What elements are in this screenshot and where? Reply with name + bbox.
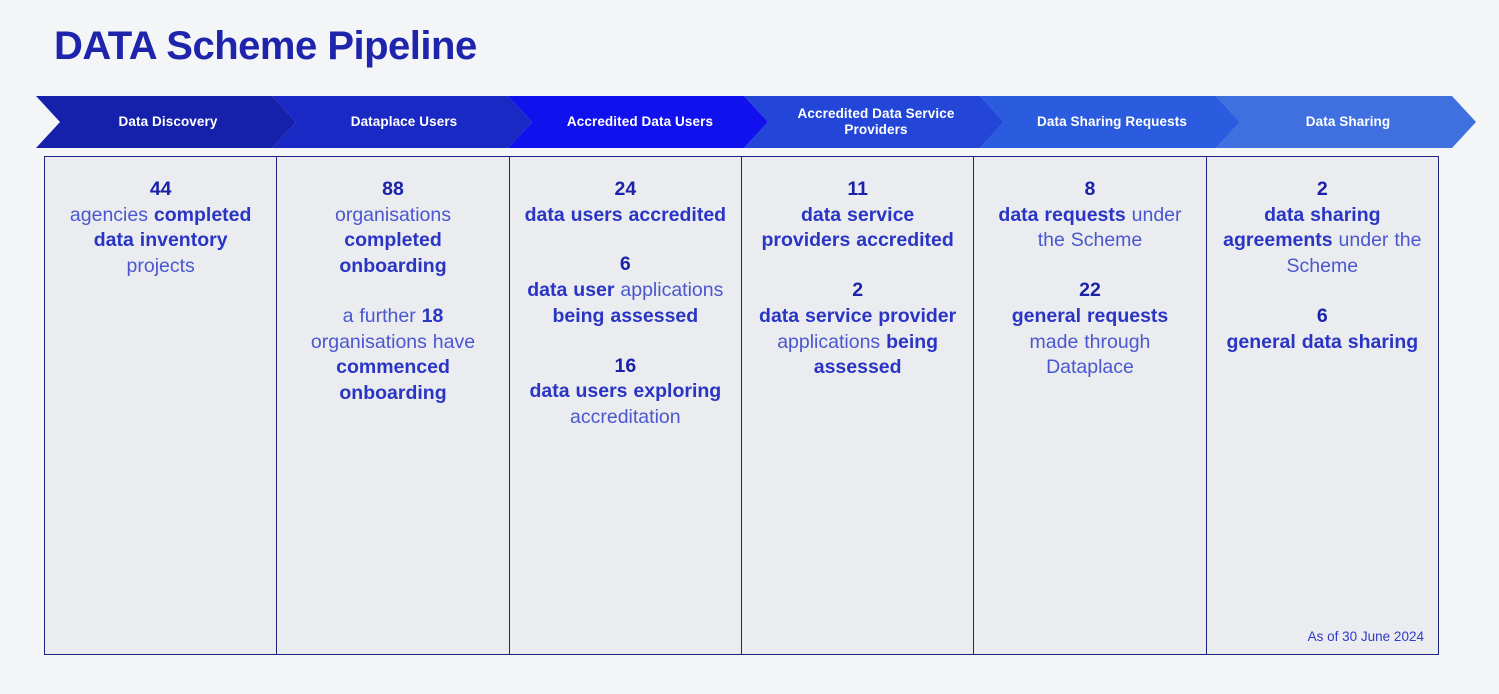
stat-text-emphasis: being assessed [552,304,699,327]
pipeline-body-panel: 44 agencies completed data inventory proj… [44,156,1439,655]
stat-text-emphasis: data user [527,279,621,302]
pipeline-stage-column-4: 11 data service providers accredited 2 data… [742,157,975,654]
stat-block: a further 18 organisations have commence… [291,304,494,407]
pipeline-stage-label: Dataplace Users [350,114,458,130]
stat-text: accreditation [570,406,681,429]
stat-number: 8 [1084,178,1096,200]
stat-text: agencies [69,203,154,226]
pipeline-stage-label: Data Sharing [1305,114,1391,130]
stat-text: organisations have [310,330,476,353]
stat-number: 6 [1316,304,1328,327]
pipeline-stage-header-6[interactable]: Data Sharing [1216,96,1476,148]
stat-text-emphasis: general requests [1011,304,1169,327]
stat-number: 2 [852,279,864,302]
stat-number: 22 [1079,279,1101,302]
stat-text-emphasis: commenced onboarding [336,356,450,405]
stat-block: 44 agencies completed data inventory proj… [59,177,262,280]
pipeline-stage-header-3[interactable]: Accredited Data Users [508,96,768,148]
stat-block: 2 data service provider applications bein… [756,278,959,381]
stat-number: 6 [619,253,631,276]
stat-block: 24 data users accredited [524,177,727,228]
stat-number: 11 [847,178,868,200]
stat-text-emphasis: completed onboarding [339,229,447,278]
stat-text-emphasis: data users accredited [524,203,727,226]
slide-canvas: DATA Scheme Pipeline Data Discovery Datap… [0,0,1499,694]
stat-block: 22 general requests made through Dataplac… [988,278,1191,381]
stat-text-emphasis: 18 [421,304,444,327]
stat-text-emphasis: general data sharing [1226,330,1419,353]
pipeline-stage-label: Accredited Data Service Providers [797,106,955,137]
as-of-date-footnote: As of 30 June 2024 [1307,629,1424,644]
stat-text-emphasis: data requests [998,203,1132,226]
page-title: DATA Scheme Pipeline [54,24,477,68]
stat-text: projects [126,255,195,278]
pipeline-stage-header-1[interactable]: Data Discovery [36,96,296,148]
pipeline-stage-column-1: 44 agencies completed data inventory proj… [45,157,278,654]
pipeline-stage-label: Data Discovery [118,114,218,130]
stat-block: 88 organisations completed onboarding [291,177,494,280]
stat-number: 2 [1316,178,1328,200]
stat-text-emphasis: data users exploring [529,380,722,403]
pipeline-stage-header-5[interactable]: Data Sharing Requests [980,96,1240,148]
stat-block: 6 data user applications being assessed [524,252,727,329]
stat-number: 88 [382,178,404,200]
stat-text: organisations [334,203,451,226]
pipeline-chevron-band: Data Discovery Dataplace Users Accredited … [36,96,1476,148]
stat-text: applications [620,279,724,302]
stat-block: 6 general data sharing [1221,304,1424,355]
stat-block: 11 data service providers accredited [756,177,959,254]
stat-block: 2 data sharing agreements under the Schem… [1221,177,1424,280]
pipeline-stage-header-4[interactable]: Accredited Data Service Providers [744,96,1004,148]
pipeline-stage-label: Accredited Data Users [566,114,714,130]
pipeline-stage-header-2[interactable]: Dataplace Users [272,96,532,148]
stat-text: a further [342,304,422,327]
stat-text-emphasis: data service provider [759,304,957,327]
pipeline-stage-label: Data Sharing Requests [1037,114,1187,130]
stat-text-emphasis: data service providers accredited [761,203,954,252]
pipeline-stage-column-5: 8 data requests under the Scheme 22 general… [974,157,1207,654]
pipeline-stage-column-2: 88 organisations completed onboarding a fu… [277,157,510,654]
stat-block: 16 data users exploring accreditation [524,354,727,431]
stat-text: applications [777,330,887,353]
stat-text: made through Dataplace [1029,330,1151,379]
stat-number: 24 [614,178,637,200]
stat-number: 16 [614,354,637,377]
pipeline-stage-column-6: 2 data sharing agreements under the Schem… [1207,157,1438,654]
pipeline-stage-column-3: 24 data users accredited 6 data user applic… [510,157,742,654]
stat-number: 44 [149,178,172,200]
stat-block: 8 data requests under the Scheme [988,177,1191,254]
